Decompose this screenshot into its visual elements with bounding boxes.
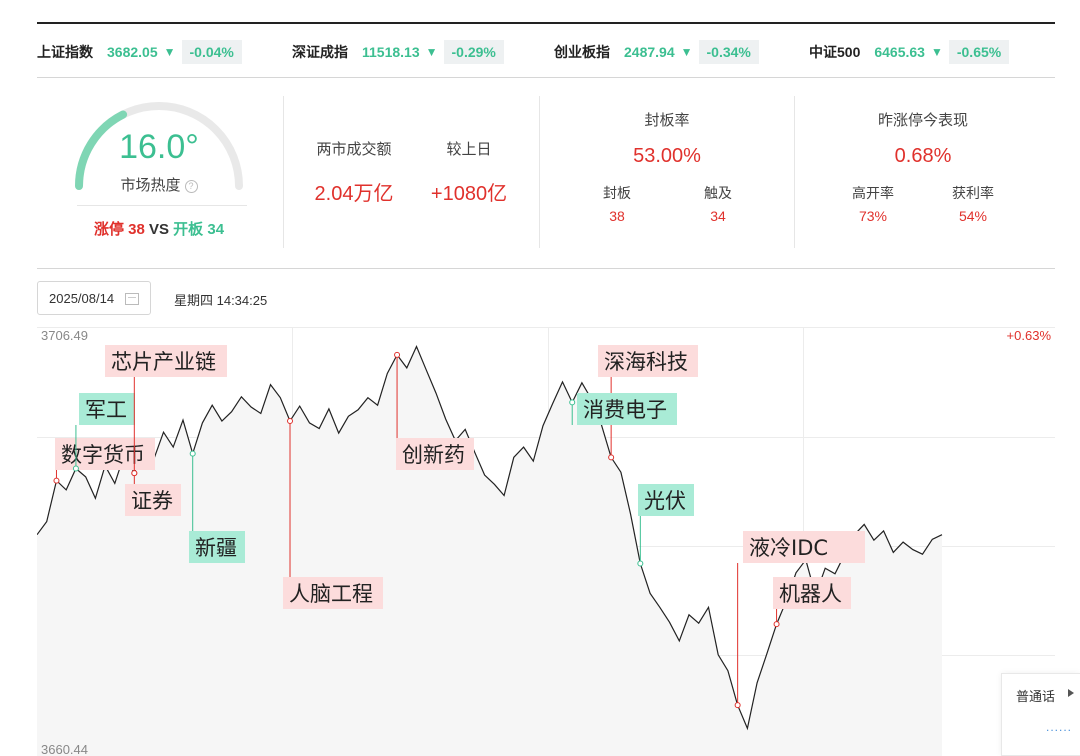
heat-value: 16.0° bbox=[119, 128, 199, 166]
profit-rate-label: 获利率 bbox=[952, 185, 994, 201]
down-arrow-icon: ▼ bbox=[163, 45, 176, 59]
index-name: 创业板指 bbox=[554, 44, 610, 60]
sector-tag-label[interactable]: 深海科技 bbox=[604, 350, 688, 374]
high-open-label: 高开率 bbox=[852, 185, 894, 201]
turnover-compare-value: +1080亿 bbox=[430, 183, 508, 205]
tag-point bbox=[569, 399, 576, 406]
index-value: 11518.13 bbox=[362, 44, 420, 60]
index-item[interactable]: 创业板指 2487.94 ▼ -0.34% bbox=[554, 24, 759, 80]
seal-rate-label: 封板率 bbox=[644, 112, 690, 129]
heat-label: 市场热度? bbox=[74, 174, 244, 195]
tag-point bbox=[131, 470, 138, 477]
help-icon[interactable]: ? bbox=[184, 180, 198, 193]
y-min-label: 3660.44 bbox=[41, 742, 88, 756]
vs-text: VS bbox=[148, 221, 169, 238]
index-change: -0.04% bbox=[181, 40, 242, 64]
index-change: -0.65% bbox=[948, 40, 1010, 64]
voice-widget[interactable]: 普通话 ...... bbox=[1001, 673, 1080, 756]
limit-up-vs-open: 涨停 38 VS 开板 34 bbox=[74, 218, 244, 239]
sector-tag-label[interactable]: 数字货币 bbox=[61, 443, 145, 467]
tag-point bbox=[287, 417, 294, 424]
touched-label: 触及 bbox=[704, 185, 732, 201]
yesterday-value: 0.68% bbox=[894, 145, 952, 167]
tag-point bbox=[394, 351, 401, 358]
down-arrow-icon: ▼ bbox=[680, 45, 693, 59]
sealed-value: 38 bbox=[609, 208, 625, 224]
tag-point bbox=[53, 477, 60, 484]
down-arrow-icon: ▼ bbox=[425, 45, 438, 59]
divider bbox=[539, 96, 540, 248]
sector-tag-label[interactable]: 证券 bbox=[131, 489, 173, 513]
calendar-icon bbox=[125, 293, 139, 305]
tag-point bbox=[608, 454, 615, 461]
down-arrow-icon: ▼ bbox=[930, 45, 943, 59]
sector-tag-label[interactable]: 创新药 bbox=[402, 443, 465, 467]
sealed-label: 封板 bbox=[603, 185, 631, 201]
divider bbox=[283, 96, 284, 248]
sector-tag-label[interactable]: 军工 bbox=[85, 398, 127, 422]
seal-rate-value: 53.00% bbox=[633, 145, 701, 167]
intraday-chart: 数字货币 军工 芯片产业链证券新疆人脑工程 创新药 深海科技消费电子光伏液冷IDC 机器人… bbox=[37, 327, 1055, 756]
touched-value: 34 bbox=[710, 208, 726, 224]
profit-rate-value: 54% bbox=[958, 208, 988, 224]
right-pct-label: +0.63% bbox=[1007, 328, 1052, 343]
limit-up-count: 38 bbox=[128, 221, 145, 238]
open-board-label: 开板 bbox=[173, 221, 204, 238]
turnover-label: 两市成交额 bbox=[316, 141, 392, 158]
market-summary-panel: 16.0° 市场热度? 涨停 38 VS 开板 34 两市成交额 2.04万亿 … bbox=[37, 78, 1055, 269]
tag-point bbox=[189, 450, 196, 457]
index-change: -0.29% bbox=[443, 40, 504, 64]
high-open-value: 73% bbox=[858, 208, 888, 224]
heat-label-text: 市场热度 bbox=[120, 177, 181, 194]
sector-tag-label[interactable]: 机器人 bbox=[779, 582, 842, 606]
play-icon[interactable] bbox=[1068, 689, 1074, 697]
index-value: 3682.05 bbox=[107, 44, 158, 60]
sector-tag-label[interactable]: 光伏 bbox=[644, 489, 686, 513]
index-value: 2487.94 bbox=[624, 44, 675, 60]
divider bbox=[77, 205, 247, 206]
limit-up-label: 涨停 bbox=[93, 221, 124, 238]
index-item[interactable]: 上证指数 3682.05 ▼ -0.04% bbox=[37, 24, 242, 80]
sector-tag-label[interactable]: 消费电子 bbox=[583, 398, 667, 422]
index-ticker: 上证指数 3682.05 ▼ -0.04% 深证成指 11518.13 ▼ -0… bbox=[37, 22, 1055, 78]
voice-language-label: 普通话 bbox=[1016, 689, 1056, 704]
index-value: 6465.63 bbox=[874, 44, 925, 60]
sector-tag-label[interactable]: 新疆 bbox=[195, 536, 237, 560]
index-name: 深证成指 bbox=[292, 44, 348, 60]
date-value: 2025/08/14 bbox=[49, 291, 115, 306]
open-board-count: 34 bbox=[207, 221, 225, 238]
tag-point bbox=[773, 621, 780, 628]
index-name: 上证指数 bbox=[37, 44, 93, 60]
sector-tag-label[interactable]: 液冷IDC bbox=[749, 536, 828, 560]
sector-tag-label[interactable]: 芯片产业链 bbox=[111, 350, 216, 374]
y-max-label: 3706.49 bbox=[41, 328, 88, 343]
index-name: 中证500 bbox=[809, 44, 861, 60]
index-item[interactable]: 深证成指 11518.13 ▼ -0.29% bbox=[292, 24, 504, 80]
turnover-value: 2.04万亿 bbox=[314, 183, 394, 205]
index-item[interactable]: 中证500 6465.63 ▼ -0.65% bbox=[809, 24, 1010, 80]
index-change: -0.34% bbox=[698, 40, 759, 64]
yesterday-label: 昨涨停今表现 bbox=[877, 112, 968, 129]
tag-point bbox=[734, 702, 741, 709]
tag-point bbox=[637, 560, 644, 567]
tag-point bbox=[72, 465, 79, 472]
loading-dots: ...... bbox=[1046, 720, 1073, 734]
divider bbox=[794, 96, 795, 248]
sector-tag-label[interactable]: 人脑工程 bbox=[289, 582, 373, 606]
weekday-time: 星期四 14:34:25 bbox=[174, 293, 268, 308]
date-picker[interactable]: 2025/08/14 bbox=[37, 281, 151, 315]
turnover-compare-label: 较上日 bbox=[446, 141, 492, 158]
